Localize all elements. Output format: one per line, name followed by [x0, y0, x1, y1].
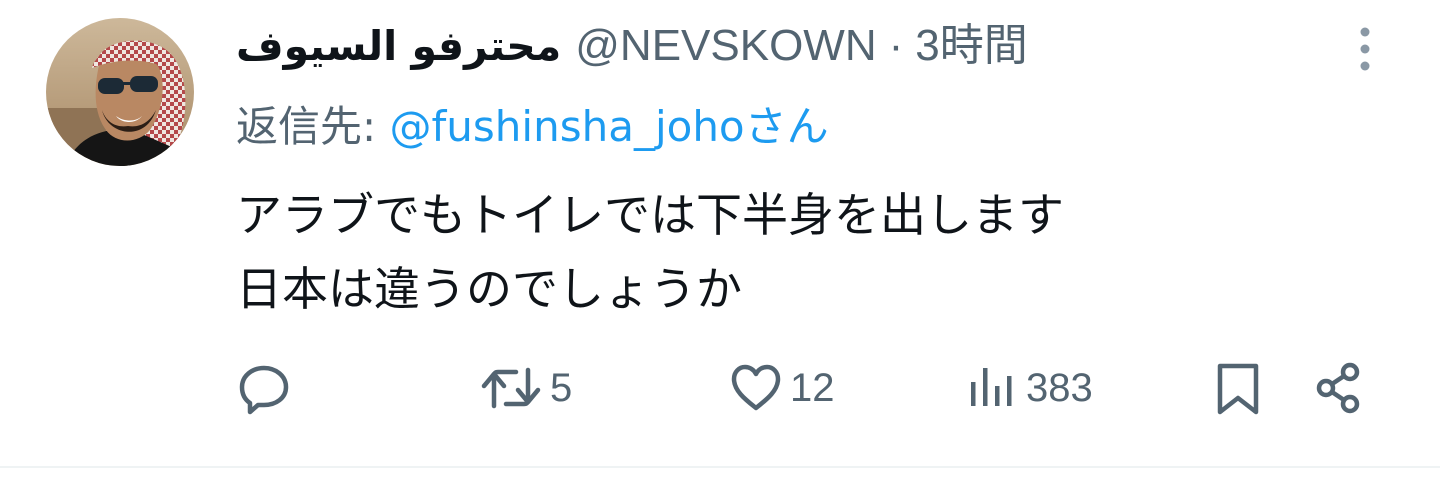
retweet-count: 5	[550, 365, 573, 410]
more-options-button[interactable]	[1346, 22, 1384, 76]
reply-icon	[239, 365, 289, 415]
like-button[interactable]: 12	[728, 352, 835, 424]
views-button[interactable]: 383	[964, 352, 1093, 424]
tweet-text-line: 日本は違うのでしょうか	[236, 262, 742, 316]
divider	[0, 466, 1440, 468]
retweet-button[interactable]: 5	[478, 352, 572, 424]
bookmark-icon	[1217, 363, 1259, 415]
views-icon	[971, 368, 1012, 406]
like-count: 12	[790, 365, 835, 410]
heart-icon	[731, 364, 781, 411]
reply-button[interactable]	[236, 352, 298, 424]
action-bar: 5 12 383	[0, 352, 1440, 424]
separator: ·	[888, 21, 904, 70]
share-icon	[1316, 362, 1360, 414]
more-vertical-icon	[1360, 27, 1370, 71]
avatar[interactable]	[46, 18, 194, 166]
user-handle[interactable]: @NEVSKOWN	[575, 14, 876, 78]
reply-context: 返信先: @fushinsha_johoさん	[236, 96, 829, 158]
retweet-icon	[481, 367, 541, 409]
tweet-header: محترفو السيوف @NEVSKOWN · 3時間	[236, 14, 1028, 78]
tweet[interactable]: محترفو السيوف @NEVSKOWN · 3時間 返信先: @fush…	[0, 0, 1440, 468]
reply-suffix: さん	[744, 102, 829, 151]
tweet-text-line: アラブでもトイレでは下半身を出します	[236, 188, 1064, 242]
views-count: 383	[1026, 365, 1093, 410]
share-button[interactable]	[1310, 352, 1366, 424]
avatar-image	[46, 18, 194, 166]
timestamp[interactable]: 3時間	[915, 14, 1027, 78]
reply-prefix: 返信先:	[236, 102, 390, 151]
tweet-text: アラブでもトイレでは下半身を出します 日本は違うのでしょうか	[236, 178, 1386, 326]
reply-mention-link[interactable]: @fushinsha_joho	[390, 102, 745, 151]
display-name[interactable]: محترفو السيوف	[236, 14, 561, 78]
bookmark-button[interactable]	[1210, 352, 1266, 424]
